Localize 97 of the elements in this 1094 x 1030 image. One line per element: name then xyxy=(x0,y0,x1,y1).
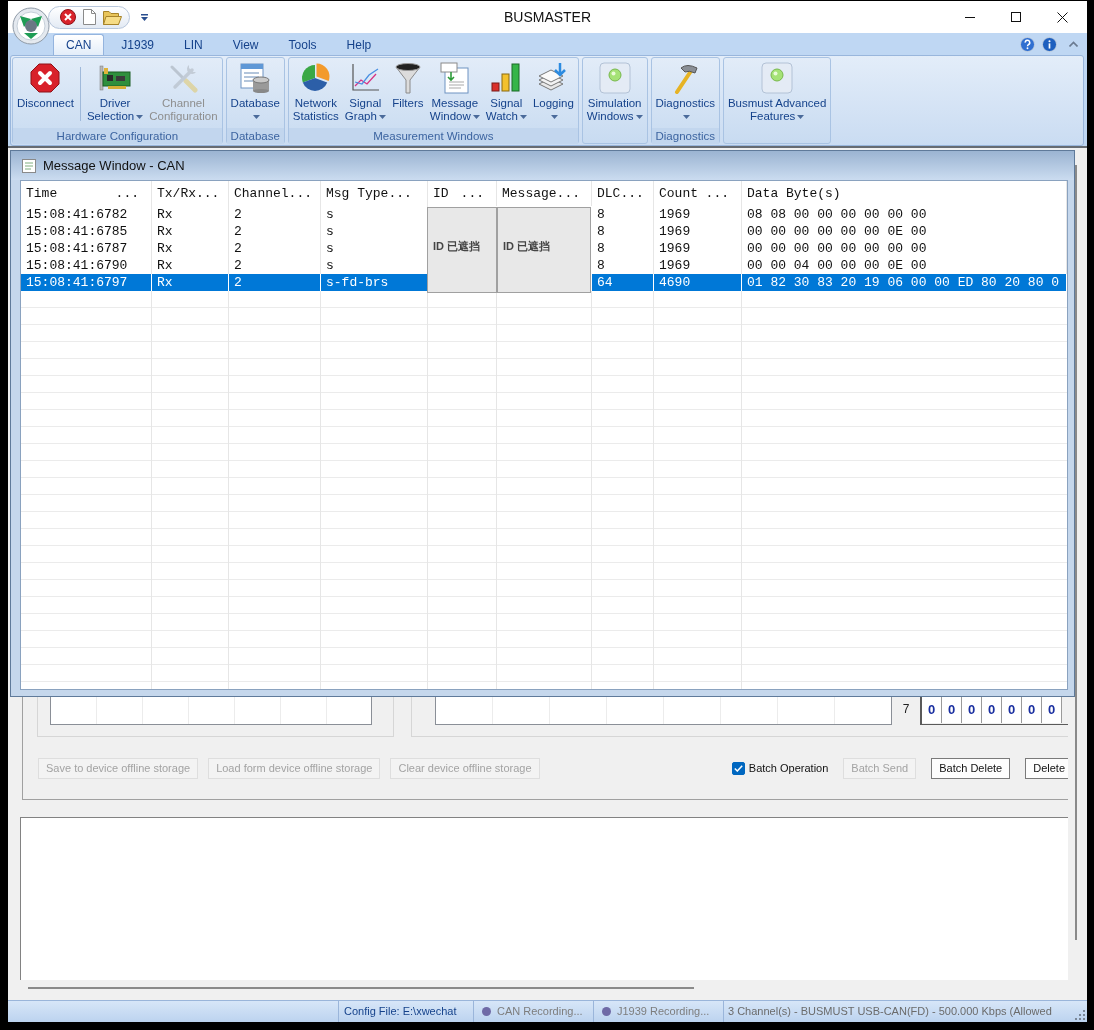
checkbox-indicator[interactable] xyxy=(731,762,745,775)
table-cell[interactable]: Rx xyxy=(152,257,229,275)
ribbon-tab[interactable]: CAN xyxy=(53,34,105,55)
recording-status: J1939 Recording... xyxy=(617,1004,710,1020)
table-cell[interactable]: 00 00 00 00 00 00 00 00 xyxy=(742,240,1067,258)
check-icon xyxy=(733,765,743,772)
ribbon-button[interactable]: Database xyxy=(227,58,283,128)
ribbon-group-label: Hardware Configuration xyxy=(13,128,222,144)
indicator-light-icon xyxy=(761,62,794,94)
column-header[interactable]: Message... xyxy=(497,181,592,206)
bit-index-label: 7 xyxy=(901,701,911,718)
recording-status: CAN Recording... xyxy=(497,1004,583,1020)
config-file-status: Config File: E:\xwechat xyxy=(344,1004,457,1020)
batch-operation-checkbox[interactable]: Batch Operation xyxy=(731,760,829,777)
redaction-overlay: ID 已遮挡 xyxy=(427,207,497,293)
ribbon-button[interactable]: Diagnostics xyxy=(652,58,718,128)
ribbon-group-label: Diagnostics xyxy=(651,128,719,144)
bit-toggle[interactable]: 0 xyxy=(982,697,1002,723)
table-cell[interactable]: 1969 xyxy=(654,240,742,258)
ribbon-button[interactable]: Signal Watch xyxy=(482,58,530,128)
list-view[interactable] xyxy=(50,697,372,725)
table-cell[interactable]: 15:08:41:6797 xyxy=(21,274,152,291)
ribbon-tab[interactable]: Help xyxy=(333,34,385,55)
table-cell[interactable]: 15:08:41:6787 xyxy=(21,240,152,258)
close-icon xyxy=(1056,11,1068,23)
ribbon-tab[interactable]: LIN xyxy=(171,34,216,55)
dot-icon xyxy=(482,1007,491,1016)
vertical-scrollbar[interactable] xyxy=(1075,165,1077,940)
push-button[interactable]: Batch Delete xyxy=(931,758,1011,779)
column-header[interactable]: ID ... xyxy=(428,181,497,206)
ribbon-group-label: Measurement Windows xyxy=(288,128,578,144)
table-cell[interactable]: 4690 xyxy=(654,274,742,291)
ribbon-button[interactable]: Message Window xyxy=(426,58,483,128)
ribbon-button[interactable]: Driver Selection xyxy=(83,58,147,128)
bar-chart-icon xyxy=(490,62,523,94)
ribbon-button[interactable]: Busmust Advanced Features xyxy=(724,58,830,128)
circuit-board-icon xyxy=(99,62,132,94)
table-cell[interactable]: 15:08:41:6785 xyxy=(21,223,152,241)
ribbon-button[interactable]: Logging xyxy=(529,58,577,128)
dot-icon xyxy=(602,1007,611,1016)
minimize-icon xyxy=(965,16,975,18)
push-button[interactable]: Delete xyxy=(1025,758,1068,779)
table-cell[interactable]: 8 xyxy=(592,223,654,241)
chevron-up-icon[interactable] xyxy=(1069,41,1078,47)
horizontal-scrollbar[interactable] xyxy=(28,987,694,989)
bit-toggle[interactable]: 0 xyxy=(1022,697,1042,723)
ribbon-group-label: Database xyxy=(226,128,284,144)
table-cell[interactable]: 01 82 30 83 20 19 06 00 00 ED 80 20 80 0 xyxy=(742,274,1067,291)
table-cell[interactable]: 8 xyxy=(592,257,654,275)
table-cell[interactable]: 2 xyxy=(229,240,321,258)
table-cell[interactable]: 8 xyxy=(592,240,654,258)
table-cell[interactable]: 00 00 04 00 00 00 0E 00 xyxy=(742,257,1067,275)
window-title: Message Window - CAN xyxy=(43,156,185,175)
table-cell[interactable]: 1969 xyxy=(654,257,742,275)
ribbon-button[interactable]: Simulation Windows xyxy=(583,58,646,128)
document-arrow-icon xyxy=(438,62,471,94)
table-cell[interactable]: 2 xyxy=(229,223,321,241)
ribbon-button[interactable]: Disconnect xyxy=(14,58,77,128)
window-title: BUSMASTER xyxy=(503,9,592,25)
help-icon[interactable] xyxy=(1020,36,1035,52)
ribbon-button[interactable]: Signal Graph xyxy=(341,58,389,128)
line-graph-icon xyxy=(349,62,382,94)
document-icon[interactable] xyxy=(83,9,96,25)
folder-icon[interactable] xyxy=(103,9,122,25)
bit-toggle[interactable]: 0 xyxy=(922,697,942,723)
redaction-overlay: ID 已遮挡 xyxy=(497,207,591,293)
table-cell[interactable]: 15:08:41:6790 xyxy=(21,257,152,275)
table-cell[interactable]: 2 xyxy=(229,257,321,275)
bit-toggle[interactable]: 0 xyxy=(942,697,962,723)
bit-toggle[interactable]: 0 xyxy=(1002,697,1022,723)
document-list-icon xyxy=(21,157,37,174)
table-cell[interactable]: 2 xyxy=(229,274,321,291)
pie-chart-icon xyxy=(299,62,332,94)
ribbon-tab[interactable]: J1939 xyxy=(108,34,168,55)
x-circle-icon[interactable] xyxy=(60,9,76,25)
resize-grip-icon[interactable] xyxy=(1075,1010,1085,1020)
ribbon-tab[interactable]: Tools xyxy=(275,34,330,55)
maximize-icon xyxy=(1011,12,1021,22)
table-cell[interactable]: Rx xyxy=(152,240,229,258)
table-cell[interactable]: s-fd-brs xyxy=(321,274,428,291)
table-cell[interactable]: Rx xyxy=(152,223,229,241)
indicator-light-icon xyxy=(598,62,631,94)
stop-sign-icon xyxy=(29,62,62,94)
ribbon-button[interactable]: Network Statistics xyxy=(289,58,342,128)
table-cell[interactable]: 64 xyxy=(592,274,654,291)
list-view[interactable] xyxy=(435,697,892,725)
database-table-icon xyxy=(239,62,272,94)
ribbon-tab[interactable]: View xyxy=(219,34,272,55)
bit-toggle[interactable]: 0 xyxy=(1042,697,1062,723)
ribbon-button[interactable]: Filters xyxy=(388,58,427,128)
table-cell[interactable]: Rx xyxy=(152,274,229,291)
table-cell[interactable]: 1969 xyxy=(654,223,742,241)
customize-caret-icon[interactable] xyxy=(141,13,148,21)
info-icon[interactable] xyxy=(1042,36,1057,52)
table-cell[interactable]: 00 00 00 00 00 00 0E 00 xyxy=(742,223,1067,241)
channel-status: 3 Channel(s) - BUSMUST USB-CAN(FD) - 500.000 Kbps (Allowed xyxy=(728,1004,1052,1020)
bit-toggle[interactable]: 0 xyxy=(962,697,982,723)
